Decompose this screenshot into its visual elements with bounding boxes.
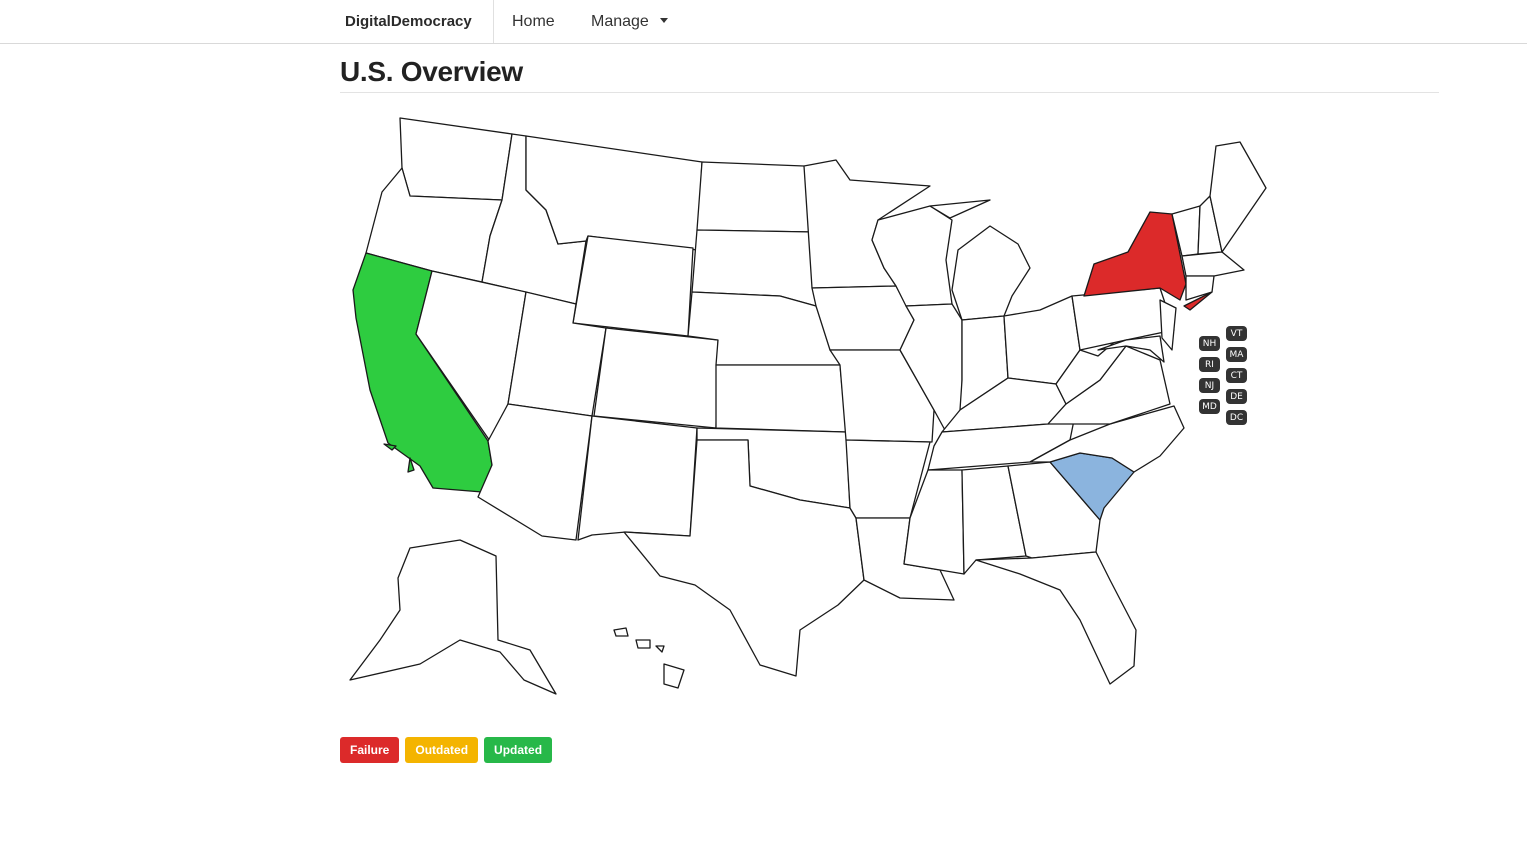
- us-map: [340, 100, 1280, 700]
- nav-manage-label: Manage: [591, 12, 649, 30]
- caret-down-icon: [659, 18, 668, 23]
- state-label-nh[interactable]: NH: [1199, 336, 1220, 351]
- state-ma[interactable]: [1181, 251, 1245, 277]
- legend-updated: Updated: [484, 737, 553, 763]
- state-wy[interactable]: [572, 235, 694, 337]
- state-fl[interactable]: [975, 551, 1137, 685]
- page-title: U.S. Overview: [340, 56, 523, 87]
- brand-link[interactable]: DigitalDemocracy: [331, 0, 494, 43]
- state-hi[interactable]: [613, 627, 685, 689]
- nav-home-label: Home: [512, 12, 555, 30]
- state-label-dc[interactable]: DC: [1226, 410, 1247, 425]
- nav-manage-dropdown[interactable]: Manage: [591, 0, 668, 43]
- state-co[interactable]: [593, 327, 719, 429]
- state-label-vt[interactable]: VT: [1226, 326, 1247, 341]
- state-ks[interactable]: [715, 364, 847, 433]
- state-nm[interactable]: [577, 415, 698, 541]
- state-label-ct[interactable]: CT: [1226, 368, 1247, 383]
- nav-home-link[interactable]: Home: [512, 0, 555, 43]
- state-nd[interactable]: [696, 161, 815, 233]
- state-wa[interactable]: [399, 117, 513, 201]
- us-map-svg: [349, 117, 1267, 695]
- state-label-md[interactable]: MD: [1199, 399, 1220, 414]
- legend-outdated: Outdated: [405, 737, 479, 763]
- state-ct[interactable]: [1185, 275, 1215, 301]
- state-label-nj[interactable]: NJ: [1199, 378, 1220, 393]
- state-ia[interactable]: [811, 285, 915, 351]
- legend-failure: Failure: [340, 737, 400, 763]
- state-label-ri[interactable]: RI: [1199, 357, 1220, 372]
- title-divider: [340, 92, 1439, 93]
- state-ak[interactable]: [349, 539, 557, 695]
- state-nj[interactable]: [1159, 299, 1177, 351]
- state-me[interactable]: [1209, 141, 1267, 253]
- top-navbar: DigitalDemocracy Home Manage: [0, 0, 1527, 44]
- state-label-de[interactable]: DE: [1226, 389, 1247, 404]
- status-legend: Failure Outdated Updated: [340, 737, 553, 763]
- state-label-ma[interactable]: MA: [1226, 347, 1247, 362]
